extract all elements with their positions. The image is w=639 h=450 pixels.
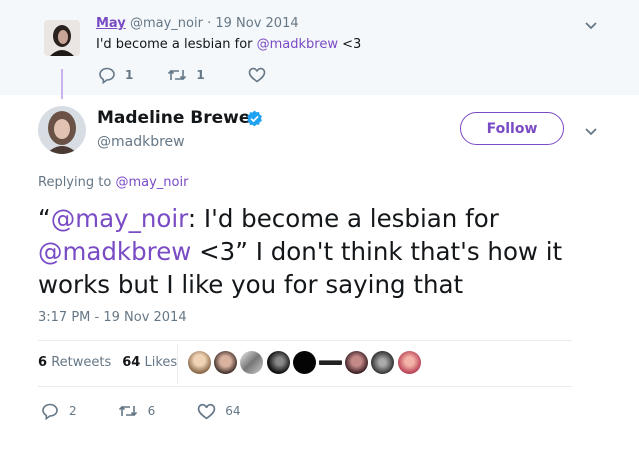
retweet-action-count: 6: [147, 404, 156, 418]
liker-avatar[interactable]: [292, 351, 316, 374]
heart-icon: [248, 67, 266, 83]
liker-avatar[interactable]: [214, 351, 238, 374]
retweet-icon: [168, 69, 187, 81]
divider: [38, 340, 572, 341]
parent-retweet-count: 1: [196, 68, 205, 82]
parent-reply-button[interactable]: 1: [98, 66, 133, 84]
reply-count: 2: [69, 404, 77, 418]
parent-separator: ·: [207, 16, 212, 31]
parent-text-pre: I'd become a lesbian for: [96, 37, 257, 52]
liker-avatar[interactable]: [345, 351, 369, 374]
liker-avatar[interactable]: [240, 351, 264, 374]
replying-to: Replying to @may_noir: [38, 175, 188, 190]
heart-icon: [198, 403, 216, 419]
parent-avatar[interactable]: [44, 20, 80, 56]
quote-open: “: [38, 204, 51, 233]
liker-avatar[interactable]: [371, 351, 395, 374]
replying-to-label: Replying to: [38, 175, 112, 190]
parent-text-post: <3: [338, 37, 362, 52]
liker-avatar[interactable]: [266, 351, 290, 374]
parent-reply-count: 1: [125, 68, 134, 82]
author-handle[interactable]: @madkbrew: [97, 134, 185, 150]
reply-icon: [42, 403, 58, 420]
chevron-down-icon[interactable]: [582, 16, 600, 34]
likes-stat[interactable]: 64 Likes: [122, 355, 177, 370]
like-action-count: 64: [225, 404, 241, 418]
liker-avatar[interactable]: [188, 351, 211, 374]
follow-button[interactable]: Follow: [460, 112, 564, 145]
tweet-text-part1: : I'd become a lesbian for: [187, 204, 499, 233]
parent-actions: 1 1: [98, 66, 266, 84]
stats-divider: [177, 344, 178, 384]
like-button[interactable]: 64: [197, 403, 241, 420]
reply-button[interactable]: 2: [40, 402, 77, 420]
tweet-stats: 6 Retweets 64 Likes: [38, 355, 177, 370]
parent-name[interactable]: May: [96, 16, 126, 31]
mention-may-noir[interactable]: @may_noir: [51, 204, 188, 233]
replying-to-handle[interactable]: @may_noir: [115, 175, 188, 190]
parent-mention[interactable]: @madkbrew: [257, 37, 338, 52]
parent-tweet[interactable]: May @may_noir · 19 Nov 2014 I'd become a…: [0, 0, 639, 95]
parent-tweet-text: I'd become a lesbian for @madkbrew <3: [96, 37, 361, 52]
parent-header: May @may_noir · 19 Nov 2014: [96, 16, 299, 31]
tweet-timestamp[interactable]: 3:17 PM - 19 Nov 2014: [38, 310, 187, 325]
retweets-stat[interactable]: 6 Retweets: [38, 355, 111, 370]
parent-handle[interactable]: @may_noir: [130, 16, 203, 31]
divider: [38, 386, 572, 387]
verified-badge-icon: [247, 110, 262, 127]
author-avatar[interactable]: [38, 106, 86, 154]
chevron-down-icon[interactable]: [582, 122, 600, 140]
reply-icon: [99, 67, 115, 84]
retweet-button[interactable]: 6: [117, 403, 156, 419]
parent-date[interactable]: 19 Nov 2014: [215, 16, 298, 31]
tweet-actions: 2 6 64: [40, 402, 241, 420]
liker-avatar[interactable]: [397, 351, 421, 374]
parent-like-button[interactable]: [248, 67, 266, 83]
author-name[interactable]: Madeline Brewer: [97, 108, 259, 128]
thread-line: [61, 69, 63, 99]
retweet-icon: [118, 405, 137, 417]
parent-retweet-button[interactable]: 1: [167, 67, 205, 83]
liker-avatar[interactable]: [318, 351, 342, 374]
tweet-text: “@may_noir: I'd become a lesbian for @ma…: [38, 202, 598, 301]
mention-madkbrew[interactable]: @madkbrew: [38, 237, 191, 266]
liker-avatars: [188, 351, 424, 374]
